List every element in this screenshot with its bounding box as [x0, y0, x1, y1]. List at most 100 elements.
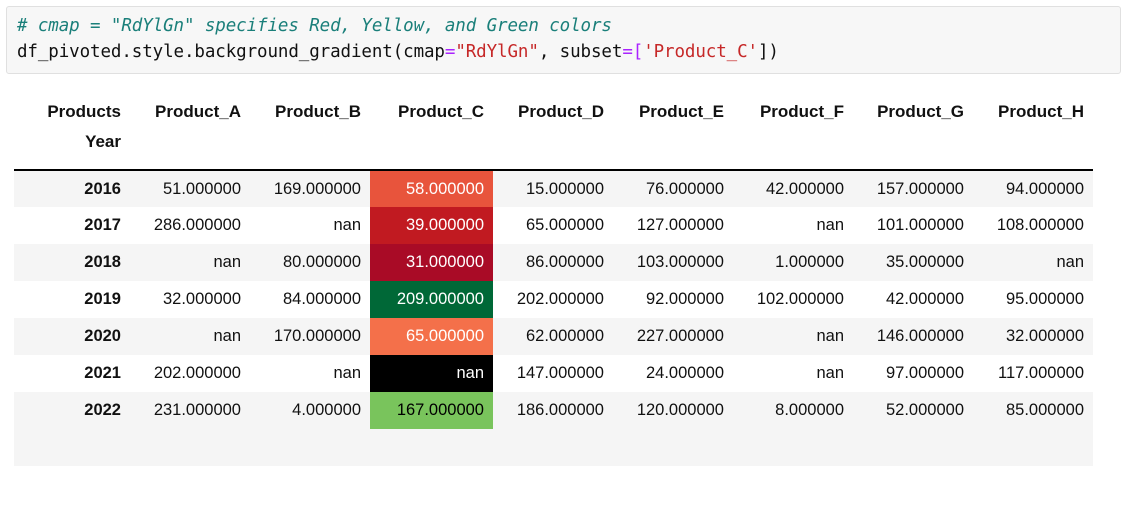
data-cell: 227.000000: [613, 318, 733, 355]
column-header-product_a[interactable]: Product_A: [130, 96, 250, 130]
data-cell: nan: [733, 318, 853, 355]
data-cell: 147.000000: [493, 355, 613, 392]
column-header-product_g[interactable]: Product_G: [853, 96, 973, 130]
data-cell: 169.000000: [250, 170, 370, 207]
styled-dataframe: Products Product_A Product_B Product_C Prod…: [14, 96, 1093, 466]
column-header-product_c[interactable]: Product_C: [370, 96, 493, 130]
column-header-product_b[interactable]: Product_B: [250, 96, 370, 130]
header-row-products: Products Product_A Product_B Product_C Prod…: [14, 96, 1093, 130]
data-cell: nan: [130, 244, 250, 281]
gradient-cell: 58.000000: [370, 170, 493, 207]
dataframe-output: Products Product_A Product_B Product_C Prod…: [0, 74, 1127, 466]
data-cell: 120.000000: [613, 392, 733, 429]
gradient-cell: 31.000000: [370, 244, 493, 281]
data-cell: 231.000000: [130, 392, 250, 429]
column-header-product_d[interactable]: Product_D: [493, 96, 613, 130]
data-cell: 127.000000: [613, 207, 733, 244]
code-token-plain: , subset: [538, 42, 623, 62]
table-foot: [14, 429, 1093, 466]
data-cell: nan: [733, 355, 853, 392]
data-cell: 84.000000: [250, 281, 370, 318]
data-cell: nan: [250, 207, 370, 244]
column-header-spacer: [370, 130, 493, 171]
column-header-product_f[interactable]: Product_F: [733, 96, 853, 130]
data-cell: 32.000000: [130, 281, 250, 318]
filler-cell: [370, 429, 493, 466]
data-cell: 62.000000: [493, 318, 613, 355]
column-header-spacer: [733, 130, 853, 171]
filler-cell: [14, 429, 130, 466]
code-token-op: =[: [622, 42, 644, 62]
code-line-1: # cmap = "RdYlGn" specifies Red, Yellow,…: [17, 13, 1110, 39]
row-index-year: 2020: [14, 318, 130, 355]
column-header-spacer: [493, 130, 613, 171]
data-cell: 24.000000: [613, 355, 733, 392]
column-header-spacer: [853, 130, 973, 171]
column-header-product_h[interactable]: Product_H: [973, 96, 1093, 130]
table-row: 2017 286.000000 nan 39.000000 65.000000 127.0…: [14, 207, 1093, 244]
data-cell: 92.000000: [613, 281, 733, 318]
code-cell[interactable]: # cmap = "RdYlGn" specifies Red, Yellow,…: [6, 6, 1121, 74]
data-cell: 186.000000: [493, 392, 613, 429]
table-row: 2019 32.000000 84.000000 209.000000 202.0000…: [14, 281, 1093, 318]
data-cell: 15.000000: [493, 170, 613, 207]
table-row: 2016 51.000000 169.000000 58.000000 15.00000…: [14, 170, 1093, 207]
table-row: 2021 202.000000 nan nan 147.000000 24.000000 n…: [14, 355, 1093, 392]
code-token-plain: df_pivoted.style.background_gradient(cma…: [17, 42, 445, 62]
data-cell: 86.000000: [493, 244, 613, 281]
data-cell: 51.000000: [130, 170, 250, 207]
column-header-spacer: [973, 130, 1093, 171]
code-token-op: =: [444, 42, 456, 62]
filler-cell: [493, 429, 613, 466]
data-cell: nan: [733, 207, 853, 244]
gradient-cell: 65.000000: [370, 318, 493, 355]
header-row-year: Year: [14, 130, 1093, 171]
gradient-cell: 167.000000: [370, 392, 493, 429]
filler-cell: [130, 429, 250, 466]
code-token-plain: ]): [757, 42, 779, 62]
data-cell: 8.000000: [733, 392, 853, 429]
data-cell: 95.000000: [973, 281, 1093, 318]
data-cell: 97.000000: [853, 355, 973, 392]
filler-cell: [613, 429, 733, 466]
row-index-year: 2022: [14, 392, 130, 429]
row-index-year: 2018: [14, 244, 130, 281]
data-cell: 146.000000: [853, 318, 973, 355]
index-axis-name: Year: [14, 130, 130, 171]
row-index-year: 2016: [14, 170, 130, 207]
data-cell: 80.000000: [250, 244, 370, 281]
data-cell: 202.000000: [130, 355, 250, 392]
code-body: # cmap = "RdYlGn" specifies Red, Yellow,…: [17, 13, 1110, 65]
filler-cell: [973, 429, 1093, 466]
code-token-comment: # cmap = "RdYlGn" specifies Red, Yellow,…: [17, 16, 612, 36]
data-cell: 108.000000: [973, 207, 1093, 244]
data-cell: 76.000000: [613, 170, 733, 207]
table-row: 2022 231.000000 4.000000 167.000000 186.0000…: [14, 392, 1093, 429]
data-cell: 42.000000: [733, 170, 853, 207]
data-cell: 117.000000: [973, 355, 1093, 392]
gradient-cell: 39.000000: [370, 207, 493, 244]
data-cell: 102.000000: [733, 281, 853, 318]
table-bottom-filler: [14, 429, 1093, 466]
table-row: 2018 nan 80.000000 31.000000 86.000000 103.00…: [14, 244, 1093, 281]
data-cell: 157.000000: [853, 170, 973, 207]
filler-cell: [853, 429, 973, 466]
data-cell: 85.000000: [973, 392, 1093, 429]
code-line-2: df_pivoted.style.background_gradient(cma…: [17, 39, 1110, 65]
column-header-product_e[interactable]: Product_E: [613, 96, 733, 130]
row-index-year: 2021: [14, 355, 130, 392]
data-cell: 65.000000: [493, 207, 613, 244]
table-head: Products Product_A Product_B Product_C Prod…: [14, 96, 1093, 171]
column-header-spacer: [613, 130, 733, 171]
data-cell: 1.000000: [733, 244, 853, 281]
data-cell: 42.000000: [853, 281, 973, 318]
gradient-cell: nan: [370, 355, 493, 392]
data-cell: nan: [130, 318, 250, 355]
data-cell: 35.000000: [853, 244, 973, 281]
row-index-year: 2019: [14, 281, 130, 318]
data-cell: 170.000000: [250, 318, 370, 355]
data-cell: 103.000000: [613, 244, 733, 281]
data-cell: 101.000000: [853, 207, 973, 244]
data-cell: 94.000000: [973, 170, 1093, 207]
filler-cell: [733, 429, 853, 466]
